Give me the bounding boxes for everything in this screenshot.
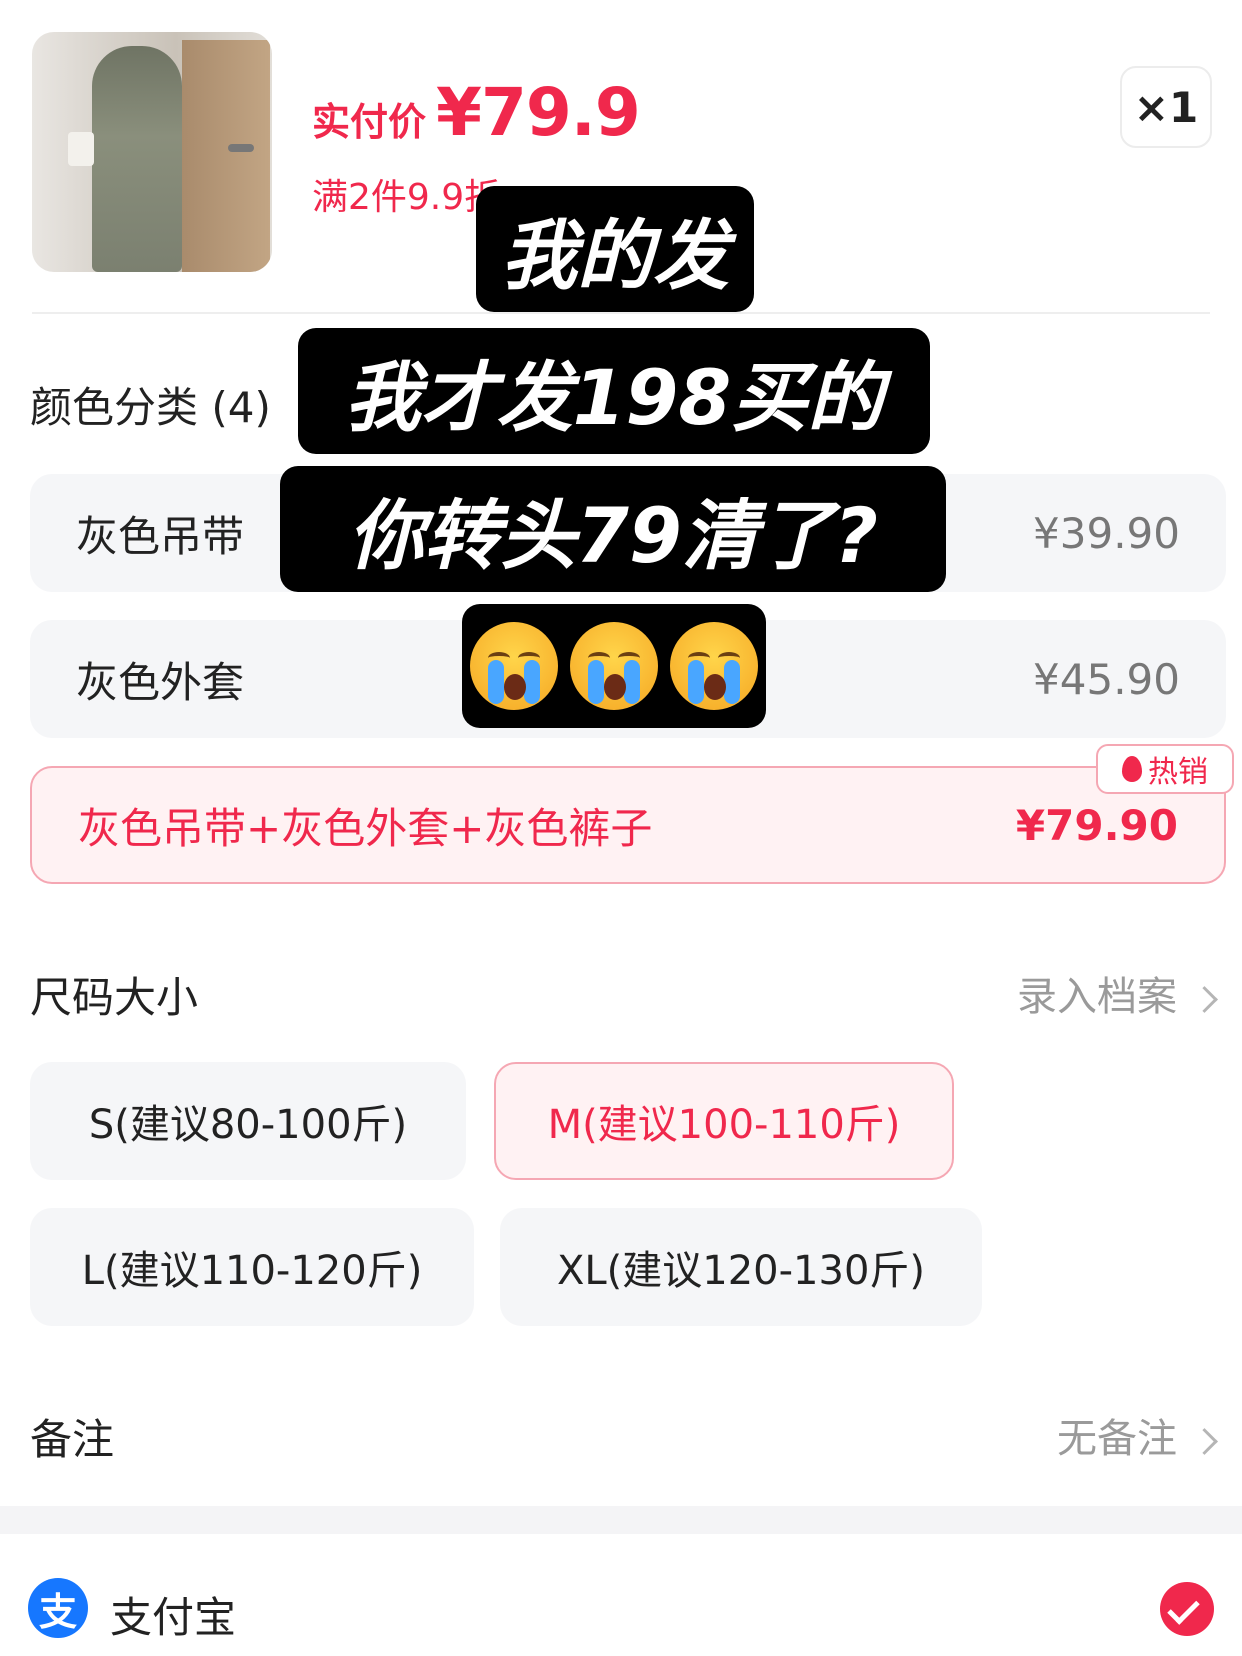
- thumbnail-door-handle: [228, 144, 254, 152]
- price-value: ¥79.9: [436, 74, 641, 151]
- remark-title: 备注: [30, 1415, 115, 1464]
- price-line: 实付价 ¥79.9: [312, 74, 641, 151]
- option-price: ¥79.90: [1015, 800, 1178, 850]
- color-option-gray-set[interactable]: 灰色吊带+灰色外套+灰色裤子 ¥79.90: [30, 766, 1226, 884]
- size-profile-label: 录入档案: [1017, 974, 1177, 1020]
- size-option-l[interactable]: L(建议110-120斤): [30, 1208, 474, 1326]
- remark-link[interactable]: 无备注: [1057, 1406, 1218, 1464]
- crying-face-icon: [470, 622, 558, 710]
- option-label: 灰色吊带+灰色外套+灰色裤子: [78, 803, 653, 853]
- quantity-button[interactable]: ×1: [1120, 66, 1212, 148]
- price-label: 实付价: [312, 100, 427, 144]
- thumbnail-outfit: [92, 46, 182, 272]
- option-label: 灰色吊带: [76, 511, 245, 561]
- flame-icon: [1122, 756, 1142, 782]
- hot-badge-label: 热销: [1148, 755, 1208, 790]
- thumbnail-bag: [68, 132, 94, 166]
- chevron-right-icon: [1191, 1427, 1218, 1455]
- product-thumbnail[interactable]: [32, 32, 272, 272]
- selected-check-icon[interactable]: [1160, 1582, 1214, 1636]
- caption-emoji-row: [462, 604, 766, 728]
- size-section-title: 尺码大小: [30, 973, 199, 1022]
- alipay-icon: 支: [28, 1578, 88, 1638]
- crying-face-icon: [570, 622, 658, 710]
- crying-face-icon: [670, 622, 758, 710]
- size-option-xl[interactable]: XL(建议120-130斤): [500, 1208, 982, 1326]
- option-price: ¥39.90: [1033, 508, 1180, 558]
- chevron-right-icon: [1191, 985, 1218, 1013]
- option-label: 灰色外套: [76, 657, 245, 707]
- remark-value: 无备注: [1057, 1416, 1177, 1462]
- color-section-title: 颜色分类 (4): [30, 383, 271, 432]
- caption-line3: 你转头79清了?: [280, 466, 946, 592]
- section-separator: [0, 1506, 1242, 1534]
- hot-sale-badge: 热销: [1096, 744, 1234, 794]
- thumbnail-door: [182, 40, 270, 272]
- option-price: ¥45.90: [1033, 654, 1180, 704]
- size-option-s[interactable]: S(建议80-100斤): [30, 1062, 466, 1180]
- size-option-m[interactable]: M(建议100-110斤): [494, 1062, 954, 1180]
- size-profile-link[interactable]: 录入档案: [1017, 964, 1218, 1022]
- caption-line1: 我的发: [476, 186, 754, 312]
- caption-line2: 我才发198买的: [298, 328, 930, 454]
- payment-method-label: 支付宝: [110, 1593, 237, 1642]
- divider: [32, 312, 1210, 314]
